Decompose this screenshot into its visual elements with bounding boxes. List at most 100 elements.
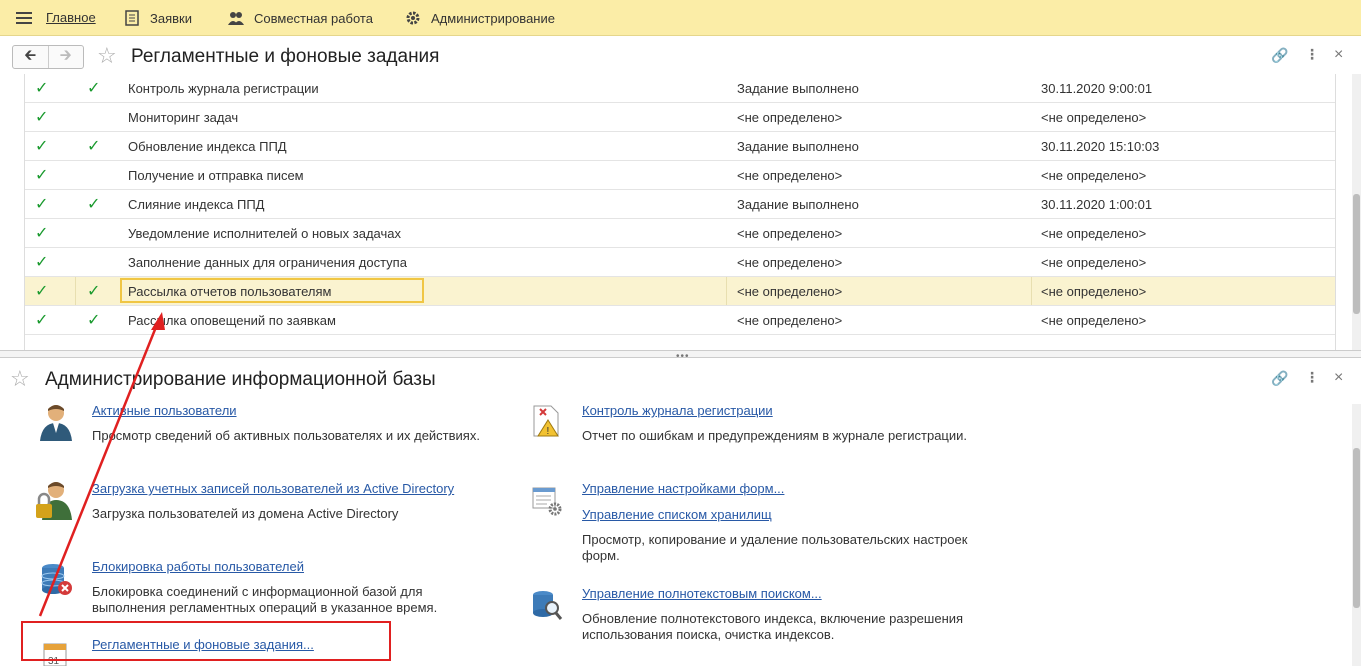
enabled-check-icon: ✓ (35, 167, 49, 184)
active-users-desc: Просмотр сведений об активных пользовате… (92, 428, 480, 443)
close-icon[interactable]: × (1334, 46, 1343, 64)
column-divider (1031, 277, 1032, 305)
table-row-selected[interactable]: ✓ ✓ Рассылка отчетов пользователям <не о… (25, 277, 1335, 306)
storage-list-link[interactable]: Управление списком хранилищ (582, 507, 967, 522)
job-state: <не определено> (737, 226, 843, 241)
link-icon[interactable]: 🔗 (1271, 47, 1288, 64)
job-state: <не определено> (737, 313, 843, 328)
predefined-check-icon: ✓ (87, 283, 101, 300)
predefined-check-icon: ✓ (87, 196, 101, 213)
main-menu-bar: Главное Заявки Совместная работа Админис… (0, 0, 1361, 36)
ad-import-link[interactable]: Загрузка учетных записей пользователей и… (92, 481, 454, 496)
more-icon[interactable]: ⋮ (1305, 46, 1319, 63)
document-list-icon (125, 10, 139, 26)
job-date: 30.11.2020 1:00:01 (1041, 197, 1153, 212)
jobs-table: ✓ ✓ Контроль журнала регистрации Задание… (24, 74, 1336, 350)
fulltext-search-link[interactable]: Управление полнотекстовым поиском... (582, 586, 963, 601)
favorite-star-icon[interactable]: ☆ (97, 45, 117, 67)
table-row[interactable]: ✓ ✓ Обновление индекса ППД Задание выпол… (25, 132, 1335, 161)
fulltext-search-icon (533, 591, 563, 620)
form-settings-desc: Просмотр, копирование и удаление пользов… (582, 532, 968, 563)
enabled-check-icon: ✓ (35, 225, 49, 242)
event-log-warning-icon: ! (533, 405, 559, 437)
enabled-check-icon: ✓ (35, 138, 49, 155)
enabled-check-icon: ✓ (35, 254, 49, 271)
active-users-link[interactable]: Активные пользователи (92, 403, 480, 418)
gear-icon (406, 11, 420, 25)
table-row[interactable]: ✓ ✓ Слияние индекса ППД Задание выполнен… (25, 190, 1335, 219)
job-name: Уведомление исполнителей о новых задачах (128, 226, 401, 241)
job-date: <не определено> (1041, 255, 1147, 270)
job-date: <не определено> (1041, 313, 1147, 328)
nav-buttons: 🡰 🡲 (12, 45, 84, 69)
favorite-star-icon[interactable]: ☆ (10, 368, 30, 390)
job-date: <не определено> (1041, 110, 1147, 125)
link-icon[interactable]: 🔗 (1271, 370, 1288, 387)
scheduled-jobs-window: 🡰 🡲 ☆ Регламентные и фоновые задания 🔗 ⋮… (0, 36, 1361, 350)
job-name: Контроль журнала регистрации (128, 81, 319, 96)
job-date: 30.11.2020 15:10:03 (1041, 139, 1160, 154)
table-scrollbar[interactable] (1352, 74, 1361, 350)
cmd-active-users: Активные пользователи Просмотр сведений … (92, 403, 480, 444)
menu-administration[interactable]: Администрирование (405, 10, 555, 26)
job-state: <не определено> (737, 168, 843, 183)
enabled-check-icon: ✓ (35, 109, 49, 126)
job-name: Слияние индекса ППД (128, 197, 265, 212)
menu-administration-label: Администрирование (431, 10, 555, 26)
forward-arrow-icon[interactable]: 🡲 (47, 46, 84, 68)
cmd-ad-import: Загрузка учетных записей пользователей и… (92, 481, 454, 522)
enabled-check-icon: ✓ (35, 283, 49, 300)
job-state: <не определено> (737, 255, 843, 270)
table-row[interactable]: ✓ Уведомление исполнителей о новых задач… (25, 219, 1335, 248)
job-date: <не определено> (1041, 168, 1147, 183)
scrollbar-thumb[interactable] (1353, 194, 1360, 314)
job-state: <не определено> (737, 110, 843, 125)
job-date: <не определено> (1041, 284, 1147, 299)
job-name: Мониторинг задач (128, 110, 239, 125)
table-row[interactable]: ✓ Получение и отправка писем <не определ… (25, 161, 1335, 190)
scrollbar-thumb[interactable] (1353, 448, 1360, 608)
cmd-block-users: Блокировка работы пользователей Блокиров… (92, 559, 437, 616)
table-row[interactable]: ✓ Мониторинг задач <не определено> <не о… (25, 103, 1335, 132)
close-icon[interactable]: × (1334, 369, 1343, 387)
block-users-desc: Блокировка соединений с информационной б… (92, 584, 438, 615)
column-divider (726, 277, 727, 305)
job-name: Заполнение данных для ограничения доступ… (128, 255, 407, 270)
window-splitter[interactable]: ••• (0, 350, 1361, 362)
cmd-fulltext-search: Управление полнотекстовым поиском... Обн… (582, 586, 963, 643)
cmd-form-settings: Управление настройками форм... Управлени… (582, 481, 967, 564)
back-arrow-icon[interactable]: 🡰 (13, 46, 48, 68)
job-name: Обновление индекса ППД (128, 139, 287, 154)
enabled-check-icon: ✓ (35, 312, 49, 329)
event-log-link[interactable]: Контроль журнала регистрации (582, 403, 967, 418)
more-icon[interactable]: ⋮ (1305, 369, 1319, 386)
event-log-desc: Отчет по ошибкам и предупреждениям в жур… (582, 428, 968, 443)
svg-text:!: ! (547, 426, 550, 437)
job-name: Рассылка оповещений по заявкам (128, 313, 336, 328)
block-users-link[interactable]: Блокировка работы пользователей (92, 559, 437, 574)
fulltext-search-desc: Обновление полнотекстового индекса, вклю… (582, 611, 964, 642)
menu-requests[interactable]: Заявки (124, 10, 192, 26)
enabled-check-icon: ✓ (35, 80, 49, 97)
table-row[interactable]: ✓ Заполнение данных для ограничения дост… (25, 248, 1335, 277)
menu-collaboration[interactable]: Совместная работа (228, 10, 373, 26)
menu-icon[interactable] (16, 12, 32, 24)
column-divider (75, 277, 76, 305)
menu-collaboration-label: Совместная работа (254, 10, 373, 26)
panel-scrollbar[interactable] (1352, 404, 1361, 666)
active-users-icon (40, 405, 72, 441)
table-row[interactable]: ✓ ✓ Контроль журнала регистрации Задание… (25, 74, 1335, 103)
highlight-box (21, 621, 391, 661)
predefined-check-icon: ✓ (87, 80, 101, 97)
table-row[interactable]: ✓ ✓ Рассылка оповещений по заявкам <не о… (25, 306, 1335, 335)
job-date: 30.11.2020 9:00:01 (1041, 81, 1153, 96)
menu-main[interactable]: Главное (46, 10, 96, 25)
form-settings-link[interactable]: Управление настройками форм... (582, 481, 967, 496)
cmd-event-log: Контроль журнала регистрации Отчет по ош… (582, 403, 967, 444)
form-settings-icon (532, 487, 562, 516)
window-title: Регламентные и фоновые задания (131, 46, 440, 67)
job-name: Получение и отправка писем (128, 168, 304, 183)
database-block-icon (41, 564, 72, 595)
job-state: Задание выполнено (737, 139, 859, 154)
ad-users-lock-icon (36, 482, 72, 520)
